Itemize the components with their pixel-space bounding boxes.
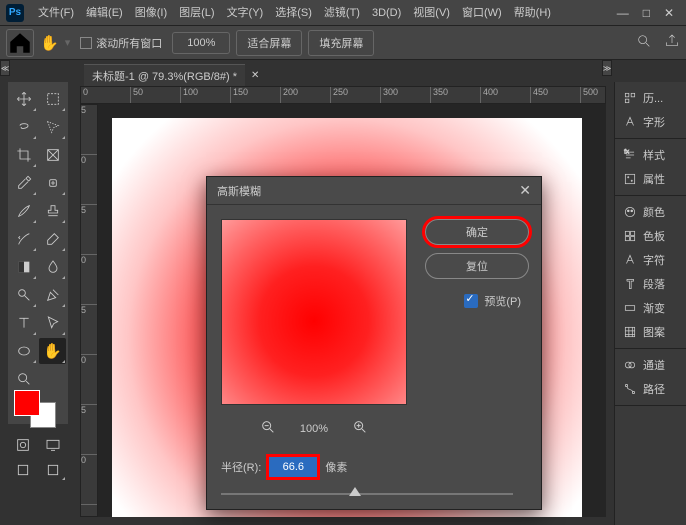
lasso-tool[interactable] xyxy=(10,114,37,140)
panel-properties[interactable]: 属性 xyxy=(615,167,686,191)
dodge-tool[interactable] xyxy=(10,282,37,308)
menu-filter[interactable]: 滤镜(T) xyxy=(318,0,366,26)
move-tool[interactable] xyxy=(10,86,37,112)
heal-tool[interactable] xyxy=(39,170,66,196)
dialog-title: 高斯模糊 xyxy=(217,183,261,199)
hand-tool[interactable]: ✋ xyxy=(39,338,66,364)
window-maximize-icon[interactable]: □ xyxy=(643,6,650,20)
share-icon[interactable] xyxy=(664,33,680,52)
menu-edit[interactable]: 编辑(E) xyxy=(80,0,129,26)
ruler-horizontal: 050100150200250300350400450500550 xyxy=(80,86,606,104)
crop-tool[interactable] xyxy=(10,142,37,168)
preview-zoom-level: 100% xyxy=(300,423,328,435)
path-select-tool[interactable] xyxy=(39,310,66,336)
radius-label: 半径(R): xyxy=(221,459,261,475)
search-icon[interactable] xyxy=(636,33,652,52)
extra-tool-1[interactable] xyxy=(10,459,37,481)
reset-button[interactable]: 复位 xyxy=(425,253,529,279)
brush-tool[interactable] xyxy=(10,198,37,224)
menu-file[interactable]: 文件(F) xyxy=(32,0,80,26)
gaussian-blur-dialog: 高斯模糊 ✕ 确定 复位 预览(P) 100% 半径(R): 66.6 像素 xyxy=(206,176,542,510)
panel-gradients[interactable]: 渐变 xyxy=(615,296,686,320)
menu-layer[interactable]: 图层(L) xyxy=(173,0,220,26)
history-brush-tool[interactable] xyxy=(10,226,37,252)
panel-swatches[interactable]: 色板 xyxy=(615,224,686,248)
zoom-in-icon[interactable] xyxy=(352,419,368,438)
slider-thumb-icon[interactable] xyxy=(349,487,361,496)
toolbar: ✋ ⋯ xyxy=(8,82,68,424)
panel-color[interactable]: 颜色 xyxy=(615,200,686,224)
document-title: 未标题-1 @ 79.3%(RGB/8#) * xyxy=(84,64,245,87)
quick-select-tool[interactable] xyxy=(39,114,66,140)
quick-mask-icon[interactable] xyxy=(10,434,37,456)
frame-tool[interactable] xyxy=(39,142,66,168)
options-bar: ✋ ▾ 滚动所有窗口 100% 适合屏幕 填充屏幕 xyxy=(0,26,686,60)
panel-history[interactable]: 历... xyxy=(615,86,686,110)
window-minimize-icon[interactable]: — xyxy=(617,6,629,20)
shape-tool[interactable] xyxy=(10,338,37,364)
svg-text:fx: fx xyxy=(624,148,630,155)
screen-mode-icon[interactable] xyxy=(40,434,67,456)
zoom-out-icon[interactable] xyxy=(260,419,276,438)
document-tab[interactable]: 未标题-1 @ 79.3%(RGB/8#) * ✕ xyxy=(80,64,269,86)
menu-bar: Ps 文件(F) 编辑(E) 图像(I) 图层(L) 文字(Y) 选择(S) 滤… xyxy=(0,0,686,26)
menu-select[interactable]: 选择(S) xyxy=(269,0,318,26)
checkbox-icon xyxy=(464,294,478,308)
marquee-tool[interactable] xyxy=(39,86,66,112)
right-panels: 历... 字形 fx样式 属性 颜色 色板 字符 段落 渐变 图案 通道 路径 xyxy=(614,82,686,525)
stamp-tool[interactable] xyxy=(39,198,66,224)
ok-button[interactable]: 确定 xyxy=(425,219,529,245)
preview-area[interactable] xyxy=(221,219,407,405)
extra-tool-2[interactable] xyxy=(40,459,67,481)
window-close-icon[interactable]: ✕ xyxy=(664,6,674,20)
menu-window[interactable]: 窗口(W) xyxy=(456,0,508,26)
zoom-level-button[interactable]: 100% xyxy=(172,32,230,54)
right-collapse-icon[interactable]: ≫ xyxy=(602,60,612,76)
dialog-close-icon[interactable]: ✕ xyxy=(519,182,531,199)
panel-paths[interactable]: 路径 xyxy=(615,377,686,401)
panel-character[interactable]: 字符 xyxy=(615,248,686,272)
hand-tool-icon[interactable]: ✋ xyxy=(40,34,59,52)
type-tool[interactable] xyxy=(10,310,37,336)
preview-checkbox[interactable]: 预览(P) xyxy=(464,293,521,309)
panel-glyphs[interactable]: 字形 xyxy=(615,110,686,134)
fill-screen-button[interactable]: 填充屏幕 xyxy=(308,30,374,56)
panel-channels[interactable]: 通道 xyxy=(615,353,686,377)
panel-patterns[interactable]: 图案 xyxy=(615,320,686,344)
ruler-vertical: 50505050 xyxy=(80,104,98,517)
menu-type[interactable]: 文字(Y) xyxy=(221,0,270,26)
panel-paragraph[interactable]: 段落 xyxy=(615,272,686,296)
left-collapse-icon[interactable]: ≪ xyxy=(0,60,10,76)
radius-input[interactable]: 66.6 xyxy=(269,457,317,477)
close-tab-icon[interactable]: ✕ xyxy=(245,70,265,81)
menu-3d[interactable]: 3D(D) xyxy=(366,0,407,26)
radius-slider[interactable] xyxy=(221,487,513,501)
app-logo: Ps xyxy=(6,4,24,22)
home-icon[interactable] xyxy=(6,29,34,57)
color-swatches[interactable] xyxy=(12,388,58,430)
gradient-tool[interactable] xyxy=(10,254,37,280)
pen-tool[interactable] xyxy=(39,282,66,308)
scroll-all-checkbox[interactable]: 滚动所有窗口 xyxy=(76,35,166,51)
panel-styles[interactable]: fx样式 xyxy=(615,143,686,167)
menu-image[interactable]: 图像(I) xyxy=(129,0,173,26)
blur-tool[interactable] xyxy=(39,254,66,280)
foreground-color-swatch[interactable] xyxy=(14,390,40,416)
menu-help[interactable]: 帮助(H) xyxy=(508,0,557,26)
eyedropper-tool[interactable] xyxy=(10,170,37,196)
menu-view[interactable]: 视图(V) xyxy=(407,0,456,26)
eraser-tool[interactable] xyxy=(39,226,66,252)
radius-unit: 像素 xyxy=(325,459,347,475)
fit-screen-button[interactable]: 适合屏幕 xyxy=(236,30,302,56)
